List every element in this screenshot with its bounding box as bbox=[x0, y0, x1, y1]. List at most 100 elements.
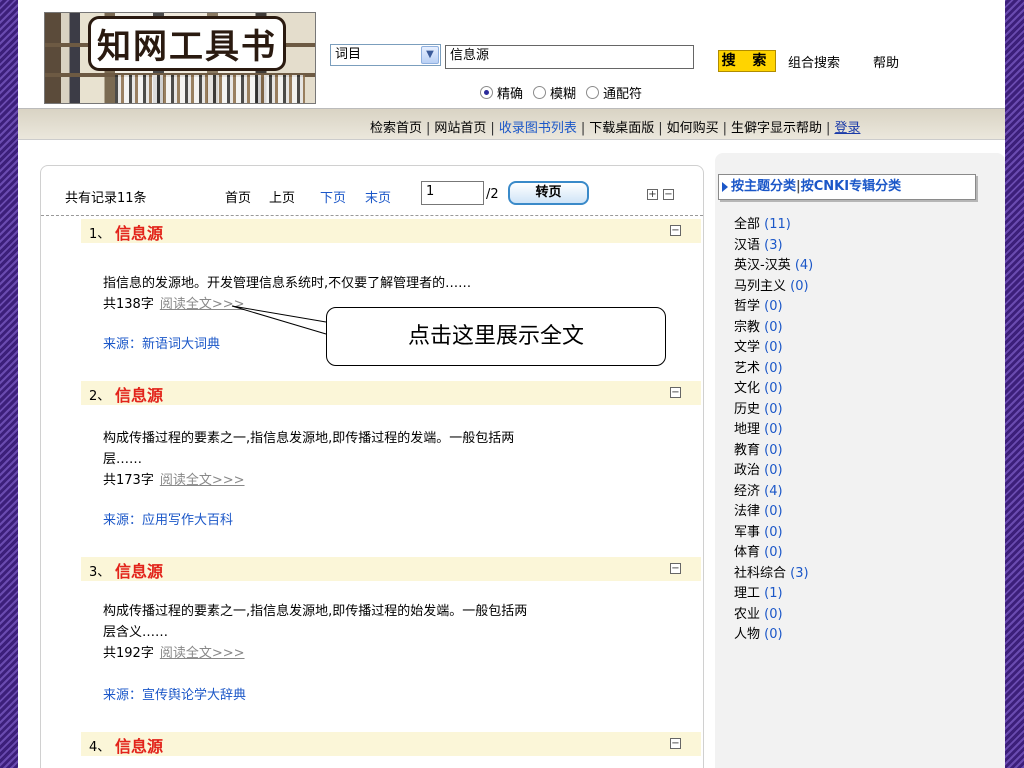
entry-meta: 共173字 阅读全文>>> bbox=[103, 470, 663, 491]
category-item[interactable]: 汉语 (3) bbox=[734, 236, 813, 257]
entry-summary-text: 指信息的发源地。开发管理信息系统时,不仅要了解管理者的…… bbox=[103, 276, 472, 291]
category-item[interactable]: 全部 (11) bbox=[734, 215, 813, 236]
first-page-link[interactable]: 首页 bbox=[225, 187, 251, 206]
nav-item-how-to-buy[interactable]: 如何购买 bbox=[667, 121, 719, 136]
entry-word-count: 共173字 bbox=[103, 473, 154, 488]
category-item[interactable]: 文化 (0) bbox=[734, 379, 813, 400]
page-total: /2 bbox=[486, 187, 499, 202]
category-item[interactable]: 社科综合 (3) bbox=[734, 564, 813, 585]
prev-page-link[interactable]: 上页 bbox=[269, 187, 295, 206]
entry-title[interactable]: 信息源 bbox=[115, 733, 163, 757]
logo-books-image bbox=[115, 75, 305, 103]
category-item[interactable]: 历史 (0) bbox=[734, 400, 813, 421]
radio-wildcard[interactable]: 通配符 bbox=[586, 83, 642, 102]
entry-summary: 构成传播过程的要素之一,指信息发源地,即传播过程的发端。一般包括两 层…… 共1… bbox=[103, 428, 663, 491]
radio-label: 模糊 bbox=[550, 87, 577, 102]
entry-header: 2、 信息源 − bbox=[81, 381, 701, 405]
expand-all-icon[interactable]: + bbox=[647, 189, 658, 200]
entry-header: 4、 信息源 − bbox=[81, 732, 701, 756]
read-full-text-link[interactable]: 阅读全文>>> bbox=[160, 646, 245, 661]
category-item[interactable]: 政治 (0) bbox=[734, 461, 813, 482]
nav-bar: 检索首页 | 网站首页 | 收录图书列表 | 下载桌面版 | 如何购买 | 生僻字显示帮助 | 登录 bbox=[18, 108, 1005, 140]
entry-title[interactable]: 信息源 bbox=[115, 558, 163, 582]
combo-search-link[interactable]: 组合搜索 bbox=[788, 52, 840, 71]
category-item[interactable]: 哲学 (0) bbox=[734, 297, 813, 318]
nav-item-download[interactable]: 下载桌面版 bbox=[589, 121, 654, 136]
radio-dot-icon[interactable] bbox=[586, 86, 600, 99]
category-item[interactable]: 马列主义 (0) bbox=[734, 277, 813, 298]
entry-number: 4、 bbox=[89, 740, 111, 755]
collapse-icon[interactable]: − bbox=[670, 225, 681, 236]
radio-fuzzy[interactable]: 模糊 bbox=[533, 83, 576, 102]
tab-by-topic[interactable]: 按主题分类 bbox=[731, 179, 796, 194]
nav-item-home[interactable]: 检索首页 bbox=[370, 121, 422, 136]
category-sidebar: 按主题分类|按CNKI专辑分类 全部 (11) 汉语 (3) 英汉-汉英 (4)… bbox=[715, 153, 1005, 768]
nav-separator: | bbox=[658, 121, 663, 136]
site-logo[interactable]: 知网工具书 bbox=[44, 12, 316, 104]
login-link[interactable]: 登录 bbox=[834, 121, 860, 136]
entry-source[interactable]: 来源：宣传舆论学大辞典 bbox=[103, 684, 246, 703]
category-item[interactable]: 农业 (0) bbox=[734, 605, 813, 626]
collapse-all-icon[interactable]: − bbox=[663, 189, 674, 200]
entry-word-count: 共192字 bbox=[103, 646, 154, 661]
category-item[interactable]: 宗教 (0) bbox=[734, 318, 813, 339]
search-field-value: 词目 bbox=[335, 47, 362, 62]
category-item[interactable]: 教育 (0) bbox=[734, 441, 813, 462]
results-panel: 共有记录11条 首页 上页 下页 末页 1 /2 转页 + − 1、 信息源 −… bbox=[40, 165, 704, 768]
entry-summary-text-cont: 层含义…… bbox=[103, 625, 169, 640]
read-full-text-link[interactable]: 阅读全文>>> bbox=[160, 473, 245, 488]
nav-item-book-list[interactable]: 收录图书列表 bbox=[499, 121, 577, 136]
pager: 共有记录11条 首页 上页 下页 末页 1 /2 转页 + − bbox=[41, 166, 703, 216]
radio-dot-icon[interactable] bbox=[480, 86, 493, 99]
logo-text: 知网工具书 bbox=[91, 19, 283, 68]
entry-summary-text-cont: 层…… bbox=[103, 452, 143, 467]
entry-header: 1、 信息源 − bbox=[81, 219, 701, 243]
triangle-right-icon bbox=[722, 182, 728, 192]
collapse-icon[interactable]: − bbox=[670, 738, 681, 749]
entry-number: 2、 bbox=[89, 389, 111, 404]
read-full-text-link[interactable]: 阅读全文>>> bbox=[160, 297, 245, 312]
nav-item-rare-char-help[interactable]: 生僻字显示帮助 bbox=[731, 121, 822, 136]
category-item[interactable]: 文学 (0) bbox=[734, 338, 813, 359]
chevron-down-icon[interactable]: ▼ bbox=[421, 46, 439, 64]
entry-source[interactable]: 来源：应用写作大百科 bbox=[103, 509, 233, 528]
nav-separator: | bbox=[580, 121, 586, 136]
page-frame: 知网工具书 词目 ▼ 信息源 精确 模糊 通配符 搜 索 组合搜索 帮助 检索首… bbox=[18, 0, 1005, 768]
category-item[interactable]: 军事 (0) bbox=[734, 523, 813, 544]
header: 知网工具书 词目 ▼ 信息源 精确 模糊 通配符 搜 索 组合搜索 帮助 检索首… bbox=[18, 0, 1005, 140]
nav-separator: | bbox=[826, 121, 831, 136]
entry-title[interactable]: 信息源 bbox=[115, 382, 163, 406]
category-item[interactable]: 体育 (0) bbox=[734, 543, 813, 564]
entry-summary: 构成传播过程的要素之一,指信息发源地,即传播过程的始发端。一般包括两 层含义……… bbox=[103, 601, 663, 664]
category-item[interactable]: 法律 (0) bbox=[734, 502, 813, 523]
entry-meta: 共192字 阅读全文>>> bbox=[103, 643, 663, 664]
collapse-icon[interactable]: − bbox=[670, 387, 681, 398]
category-item[interactable]: 英汉-汉英 (4) bbox=[734, 256, 813, 277]
last-page-link[interactable]: 末页 bbox=[365, 187, 391, 206]
search-input[interactable]: 信息源 bbox=[445, 45, 694, 69]
match-mode-radios: 精确 模糊 通配符 bbox=[480, 83, 642, 102]
category-item[interactable]: 理工 (1) bbox=[734, 584, 813, 605]
nav-item-site-home[interactable]: 网站首页 bbox=[434, 121, 486, 136]
radio-dot-icon[interactable] bbox=[533, 86, 547, 99]
category-item[interactable]: 经济 (4) bbox=[734, 482, 813, 503]
record-count: 共有记录11条 bbox=[65, 191, 147, 206]
jump-page-button[interactable]: 转页 bbox=[508, 181, 589, 205]
search-button[interactable]: 搜 索 bbox=[718, 50, 776, 72]
category-item[interactable]: 人物 (0) bbox=[734, 625, 813, 646]
category-list: 全部 (11) 汉语 (3) 英汉-汉英 (4) 马列主义 (0) 哲学 (0)… bbox=[734, 215, 813, 646]
tab-by-cnki[interactable]: 按CNKI专辑分类 bbox=[801, 179, 901, 194]
category-item[interactable]: 艺术 (0) bbox=[734, 359, 813, 380]
page-number-input[interactable]: 1 bbox=[421, 181, 484, 205]
entry-title[interactable]: 信息源 bbox=[115, 220, 163, 244]
entry-word-count: 共138字 bbox=[103, 297, 154, 312]
entry-source[interactable]: 来源：新语词大词典 bbox=[103, 333, 220, 352]
category-tabs: 按主题分类|按CNKI专辑分类 bbox=[718, 174, 976, 200]
next-page-link[interactable]: 下页 bbox=[320, 187, 346, 206]
entry-number: 1、 bbox=[89, 227, 111, 242]
search-field-select[interactable]: 词目 ▼ bbox=[330, 44, 441, 66]
help-link[interactable]: 帮助 bbox=[873, 52, 899, 71]
radio-exact[interactable]: 精确 bbox=[480, 83, 523, 102]
collapse-icon[interactable]: − bbox=[670, 563, 681, 574]
category-item[interactable]: 地理 (0) bbox=[734, 420, 813, 441]
